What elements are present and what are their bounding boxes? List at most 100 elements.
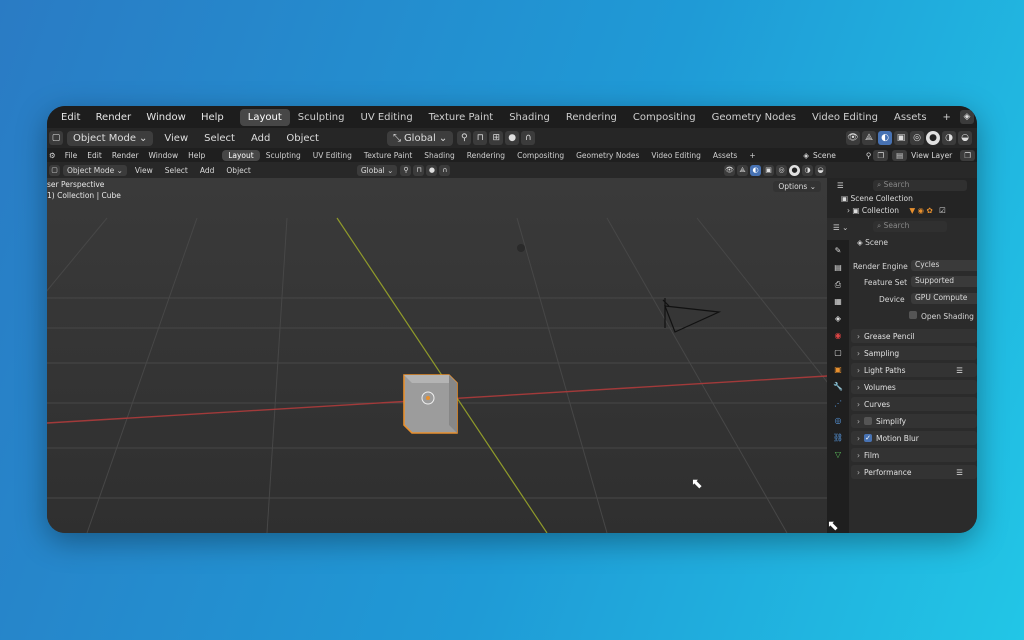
constraints-tab-icon[interactable]: ⛓ bbox=[832, 432, 844, 444]
inner-material-icon[interactable]: ◑ bbox=[802, 164, 813, 176]
collection-checkbox-icon[interactable]: ☑ bbox=[939, 206, 946, 215]
tab-shading[interactable]: Shading bbox=[501, 109, 558, 126]
inner-tab-sculpting[interactable]: Sculpting bbox=[260, 150, 307, 161]
particles-tab-icon[interactable]: ⋰ bbox=[832, 398, 844, 410]
outliner-filter-icon[interactable]: ☰ bbox=[837, 181, 844, 190]
inner-mode-dropdown[interactable]: Object Mode ⌄ bbox=[63, 164, 127, 176]
add-workspace-icon[interactable]: + bbox=[935, 109, 959, 126]
inner-menu-object[interactable]: Object bbox=[226, 166, 250, 175]
scene-icon[interactable]: ◈ bbox=[959, 110, 974, 124]
inner-menu-view[interactable]: View bbox=[135, 166, 153, 175]
inner-snap-icon[interactable]: ⊓ bbox=[413, 164, 425, 176]
inner-tab-geometry-nodes[interactable]: Geometry Nodes bbox=[570, 150, 645, 161]
snap-icon[interactable]: ⊓ bbox=[473, 131, 488, 145]
view-layer-tab-icon[interactable]: ▦ bbox=[832, 296, 844, 308]
menu-object[interactable]: Object bbox=[286, 133, 319, 144]
simplify-checkbox-icon[interactable] bbox=[864, 417, 872, 425]
inner-editor-type-icon[interactable]: ▢ bbox=[49, 164, 60, 176]
panel-volumes[interactable]: › Volumes bbox=[851, 380, 977, 394]
scene-collection-item[interactable]: ▣ Scene Collection bbox=[841, 194, 913, 203]
panel-curves[interactable]: › Curves bbox=[851, 397, 977, 411]
wireframe-shading-icon[interactable]: ◎ bbox=[910, 131, 924, 145]
orientation-dropdown[interactable]: ⤡ Global ⌄ bbox=[386, 130, 454, 146]
inner-tab-layout[interactable]: Layout bbox=[222, 149, 260, 161]
inner-visibility-icon[interactable]: 👁 bbox=[724, 164, 735, 176]
inner-overlay-icon[interactable]: ◐ bbox=[750, 164, 761, 176]
blender-logo-icon[interactable]: ⚙ bbox=[49, 151, 56, 160]
cube-object[interactable] bbox=[403, 374, 458, 434]
properties-search-input[interactable]: ⌕ Search bbox=[873, 221, 947, 232]
tab-rendering[interactable]: Rendering bbox=[558, 109, 625, 126]
menu-view[interactable]: View bbox=[164, 133, 188, 144]
inner-tab-rendering[interactable]: Rendering bbox=[461, 150, 511, 161]
tab-video-editing[interactable]: Video Editing bbox=[804, 109, 886, 126]
scene-tab-icon[interactable]: ◈ bbox=[832, 313, 844, 325]
inner-menu-render[interactable]: Render bbox=[107, 151, 144, 160]
menu-help[interactable]: Help bbox=[195, 112, 230, 123]
falloff-icon[interactable]: ∩ bbox=[521, 131, 536, 145]
inner-tab-video-editing[interactable]: Video Editing bbox=[645, 150, 707, 161]
menu-window[interactable]: Window bbox=[140, 112, 191, 123]
inner-tab-assets[interactable]: Assets bbox=[707, 150, 743, 161]
pin-icon[interactable]: ⚲ bbox=[866, 151, 872, 160]
output-tab-icon[interactable]: ⎙ bbox=[832, 279, 844, 291]
panel-motion-blur[interactable]: › ✓ Motion Blur bbox=[851, 431, 977, 445]
panel-performance[interactable]: › Performance ☰ bbox=[851, 465, 977, 479]
modifier-tab-icon[interactable]: 🔧 bbox=[832, 381, 844, 393]
properties-editor-icon[interactable]: ☰ ⌄ bbox=[833, 223, 848, 232]
gizmo-icon[interactable]: ⟁ bbox=[862, 131, 876, 145]
device-dropdown[interactable]: GPU Compute bbox=[911, 293, 977, 304]
tab-texture-paint[interactable]: Texture Paint bbox=[421, 109, 502, 126]
inner-menu-edit[interactable]: Edit bbox=[82, 151, 107, 160]
outliner-search-input[interactable]: ⌕ Search bbox=[873, 180, 967, 191]
material-shading-icon[interactable]: ◑ bbox=[942, 131, 956, 145]
inner-pivot-icon[interactable]: ⚲ bbox=[400, 164, 412, 176]
world-tab-icon[interactable]: ◉ bbox=[832, 330, 844, 342]
data-tab-icon[interactable]: ▽ bbox=[832, 449, 844, 461]
panel-light-paths[interactable]: › Light Paths ☰ bbox=[851, 363, 977, 377]
open-shading-checkbox[interactable]: Open Shading L... bbox=[909, 311, 977, 321]
presets-list-icon[interactable]: ☰ bbox=[956, 468, 963, 477]
panel-grease-pencil[interactable]: › Grease Pencil bbox=[851, 329, 977, 343]
inner-falloff-icon[interactable]: ∩ bbox=[439, 164, 451, 176]
inner-scene-name[interactable]: Scene bbox=[813, 151, 836, 160]
inner-menu-file[interactable]: File bbox=[60, 151, 83, 160]
light-object[interactable] bbox=[517, 244, 525, 252]
motion-blur-checkbox-icon[interactable]: ✓ bbox=[864, 434, 872, 442]
tab-sculpting[interactable]: Sculpting bbox=[290, 109, 353, 126]
inner-wireframe-icon[interactable]: ◎ bbox=[776, 164, 787, 176]
inner-tab-compositing[interactable]: Compositing bbox=[511, 150, 570, 161]
solid-shading-icon[interactable]: ● bbox=[926, 131, 940, 145]
inner-menu-select[interactable]: Select bbox=[165, 166, 188, 175]
panel-sampling[interactable]: › Sampling bbox=[851, 346, 977, 360]
inner-menu-help[interactable]: Help bbox=[183, 151, 210, 160]
inner-proportional-icon[interactable]: ● bbox=[426, 164, 438, 176]
menu-edit[interactable]: Edit bbox=[55, 112, 86, 123]
tab-compositing[interactable]: Compositing bbox=[625, 109, 704, 126]
collection-tab-icon[interactable]: ▢ bbox=[832, 347, 844, 359]
pivot-icon[interactable]: ⚲ bbox=[457, 131, 472, 145]
inner-solid-icon[interactable]: ● bbox=[789, 164, 800, 176]
editor-type-icon[interactable]: ▢ bbox=[49, 131, 63, 145]
menu-add[interactable]: Add bbox=[251, 133, 270, 144]
tab-uv-editing[interactable]: UV Editing bbox=[353, 109, 421, 126]
render-engine-dropdown[interactable]: Cycles bbox=[911, 260, 977, 271]
panel-simplify[interactable]: › Simplify bbox=[851, 414, 977, 428]
tab-layout[interactable]: Layout bbox=[239, 108, 290, 126]
inner-xray-icon[interactable]: ▣ bbox=[763, 164, 774, 176]
view-layer-copy-icon[interactable]: ❐ bbox=[960, 149, 975, 161]
tab-geometry-nodes[interactable]: Geometry Nodes bbox=[704, 109, 804, 126]
render-tab-icon[interactable]: ▤ bbox=[832, 262, 844, 274]
inner-orientation-dropdown[interactable]: Global ⌄ bbox=[356, 164, 398, 176]
mode-dropdown[interactable]: Object Mode ⌄ bbox=[67, 130, 154, 146]
inner-tab-texture-paint[interactable]: Texture Paint bbox=[358, 150, 418, 161]
inner-add-workspace-icon[interactable]: + bbox=[743, 150, 761, 161]
snap-target-icon[interactable]: ⊞ bbox=[489, 131, 504, 145]
render-shading-icon[interactable]: ◒ bbox=[958, 131, 972, 145]
inner-menu-window[interactable]: Window bbox=[144, 151, 184, 160]
proportional-edit-icon[interactable]: ● bbox=[505, 131, 520, 145]
inner-tab-shading[interactable]: Shading bbox=[418, 150, 460, 161]
view-layer-icon[interactable]: ▤ bbox=[892, 149, 908, 161]
visibility-icon[interactable]: 👁 bbox=[846, 131, 860, 145]
tool-tab-icon[interactable]: ✎ bbox=[832, 245, 844, 257]
